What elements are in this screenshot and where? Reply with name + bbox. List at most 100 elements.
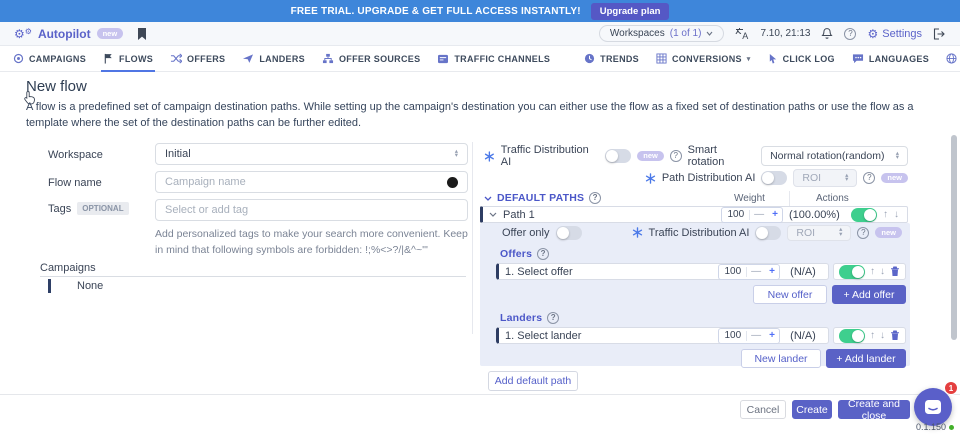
- path-weight-value[interactable]: 100: [722, 209, 749, 220]
- offer-select-box[interactable]: 1. Select offer 100 — + (N/A): [496, 263, 829, 280]
- flow-name-input[interactable]: [165, 176, 447, 188]
- new-offer-button[interactable]: New offer: [753, 285, 827, 304]
- add-default-path-button[interactable]: Add default path: [488, 371, 578, 391]
- trash-icon[interactable]: [890, 266, 900, 277]
- default-paths-help-icon[interactable]: ?: [589, 192, 601, 204]
- nav-item-click-log[interactable]: CLICK LOG: [768, 46, 835, 72]
- default-paths-toggle[interactable]: DEFAULT PATHS ?: [484, 192, 601, 204]
- upgrade-plan-button[interactable]: Upgrade plan: [591, 3, 670, 20]
- nav-item-conversions[interactable]: CONVERSIONS ▾: [656, 46, 751, 72]
- move-up-icon[interactable]: ↑: [870, 330, 875, 341]
- add-lander-button[interactable]: + Add lander: [826, 349, 906, 368]
- svg-text:A: A: [743, 31, 749, 40]
- add-offer-button[interactable]: + Add offer: [832, 285, 906, 304]
- new-lander-button[interactable]: New lander: [741, 349, 821, 368]
- traffic-ai-label: Traffic Distribution AI: [649, 227, 750, 239]
- landers-label: Landers: [500, 312, 542, 324]
- weight-minus-button[interactable]: —: [746, 267, 765, 277]
- select-arrows-icon: ▴▾: [896, 152, 899, 160]
- smart-rotation-select[interactable]: Normal rotation(random) ▴▾: [761, 146, 908, 166]
- create-and-close-button[interactable]: Create and close: [838, 400, 910, 419]
- move-down-icon[interactable]: ↓: [894, 209, 899, 220]
- sign-out-icon[interactable]: [933, 28, 946, 40]
- path-enabled-toggle[interactable]: [851, 208, 877, 222]
- color-dot[interactable]: [447, 177, 458, 188]
- move-up-icon[interactable]: ↑: [870, 266, 875, 277]
- select-arrows-icon: ▴▾: [845, 174, 848, 182]
- nav-item-countries[interactable]: COUNTRIES ▾: [946, 46, 960, 72]
- nav-item-trends[interactable]: TRENDS: [584, 46, 639, 72]
- nav-item-campaigns[interactable]: CAMPAIGNS: [13, 46, 86, 72]
- create-button[interactable]: Create: [792, 400, 832, 419]
- nav-item-languages[interactable]: LANGUAGES: [852, 46, 929, 72]
- main-nav: CAMPAIGNS FLOWS OFFERS LANDERS OFFER SOU…: [0, 46, 960, 72]
- path-weight-stepper: 100 — +: [721, 207, 783, 223]
- bell-icon[interactable]: [821, 27, 833, 40]
- app-logo[interactable]: ⚙⚙ Autopilot new: [14, 27, 123, 41]
- offer-only-toggle[interactable]: [556, 226, 582, 240]
- weight-plus-button[interactable]: +: [765, 331, 779, 341]
- campaigns-label: Campaigns: [40, 262, 96, 274]
- move-down-icon[interactable]: ↓: [880, 266, 885, 277]
- weight-minus-button[interactable]: —: [746, 331, 765, 341]
- help-icon[interactable]: ?: [844, 28, 856, 40]
- settings-button[interactable]: ⚙ Settings: [867, 28, 922, 40]
- offers-help-icon[interactable]: ?: [537, 248, 549, 260]
- path-ai-help-icon[interactable]: ?: [863, 172, 875, 184]
- workspaces-dropdown[interactable]: Workspaces (1 of 1): [599, 25, 725, 42]
- lander-enabled-toggle[interactable]: [839, 329, 865, 343]
- ai-icon: [645, 173, 656, 184]
- tags-input[interactable]: [165, 204, 458, 216]
- translate-icon[interactable]: A: [735, 27, 749, 40]
- offers-header: Offers ?: [500, 248, 910, 260]
- nav-item-flows[interactable]: FLOWS: [103, 46, 153, 72]
- column-divider: [472, 142, 473, 334]
- header-right-cluster: Workspaces (1 of 1) A 7.10, 21:13 ? ⚙ Se…: [599, 25, 946, 42]
- bookmark-icon[interactable]: [137, 28, 147, 40]
- weight-plus-button[interactable]: +: [768, 210, 782, 220]
- workspace-select[interactable]: Initial ▴▾: [155, 143, 468, 165]
- flow-name-label: Flow name: [48, 177, 102, 189]
- lander-select-box[interactable]: 1. Select lander 100 — + (N/A): [496, 327, 829, 344]
- chevron-down-icon[interactable]: [489, 212, 497, 217]
- shuffle-icon: [170, 53, 182, 64]
- path-traffic-ai-toggle[interactable]: [755, 226, 781, 240]
- default-paths-label: DEFAULT PATHS: [497, 192, 584, 204]
- nav-item-landers[interactable]: LANDERS: [242, 46, 305, 72]
- nav-item-offers[interactable]: OFFERS: [170, 46, 225, 72]
- offer-stat: (N/A): [786, 266, 820, 278]
- offer-weight-value[interactable]: 100: [719, 266, 746, 277]
- move-up-icon[interactable]: ↑: [883, 209, 888, 220]
- landers-header: Landers ?: [500, 312, 910, 324]
- trash-icon[interactable]: [890, 330, 900, 341]
- ai-icon: [484, 151, 495, 162]
- path-metric-select[interactable]: ROI ▴▾: [787, 225, 851, 241]
- smart-rotation-help-icon[interactable]: ?: [670, 150, 682, 162]
- traffic-ai-label: Traffic Distribution AI: [501, 144, 600, 168]
- weight-plus-button[interactable]: +: [765, 267, 779, 277]
- notification-badge: 1: [944, 381, 958, 395]
- path-ai-toggle[interactable]: [761, 171, 787, 185]
- landers-help-icon[interactable]: ?: [547, 312, 559, 324]
- nav-item-traffic-channels[interactable]: TRAFFIC CHANNELS: [437, 46, 550, 72]
- traffic-ai-toggle[interactable]: [605, 149, 631, 163]
- cursor-icon: [768, 53, 778, 64]
- metric-value: ROI: [802, 172, 821, 184]
- nav-label: CLICK LOG: [783, 54, 835, 64]
- lander-row: 1. Select lander 100 — + (N/A) ↑ ↓: [480, 327, 910, 344]
- offer-enabled-toggle[interactable]: [839, 265, 865, 279]
- offer-name: 1. Select offer: [505, 266, 573, 278]
- nav-item-offer-sources[interactable]: OFFER SOURCES: [322, 46, 420, 72]
- trial-banner: FREE TRIAL. UPGRADE & GET FULL ACCESS IN…: [0, 0, 960, 22]
- lander-weight-value[interactable]: 100: [719, 330, 746, 341]
- path-row: Path 1 100 — + (100.00%) ↑ ↓: [480, 206, 908, 223]
- smart-rotation-value: Normal rotation(random): [770, 150, 884, 162]
- traffic-ai-help-icon[interactable]: ?: [857, 227, 869, 239]
- path-ai-metric-select[interactable]: ROI ▴▾: [793, 169, 857, 187]
- move-down-icon[interactable]: ↓: [880, 330, 885, 341]
- weight-minus-button[interactable]: —: [749, 210, 768, 220]
- lander-actions-box: ↑ ↓: [833, 327, 906, 344]
- scrollbar[interactable]: [951, 135, 957, 340]
- campaigns-divider: [40, 276, 466, 277]
- cancel-button[interactable]: Cancel: [740, 400, 786, 419]
